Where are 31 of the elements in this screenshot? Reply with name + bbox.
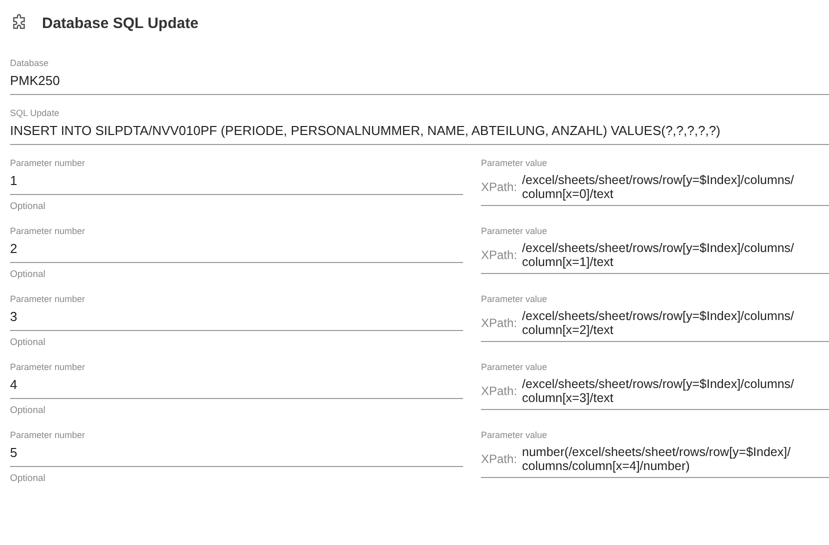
field-label: Parameter number (10, 294, 86, 305)
field-hint: Optional (10, 473, 46, 484)
parameter-value-field[interactable]: XPath: number(/excel/sheets/sheet/rows/row[y=$Index]/ columns/column[x=4]/number) (481, 445, 829, 478)
field-label: Parameter number (10, 430, 86, 441)
parameter-number-field[interactable]: 1 (10, 173, 463, 195)
field-hint: Optional (10, 337, 46, 348)
field-hint: Optional (10, 269, 46, 280)
parameter-value-field[interactable]: XPath: /excel/sheets/sheet/rows/row[y=$Index]/columns/ column[x=3]/text (481, 377, 829, 410)
field-label: Database (10, 58, 49, 69)
parameter-number-field[interactable]: 5 (10, 445, 463, 467)
field-label: Parameter value (481, 158, 548, 169)
parameter-number-field[interactable]: 3 (10, 309, 463, 331)
parameter-value-field[interactable]: XPath: /excel/sheets/sheet/rows/row[y=$Index]/columns/ column[x=1]/text (481, 241, 829, 274)
field-label: Parameter value (481, 430, 548, 441)
parameter-number-field[interactable]: 2 (10, 241, 463, 263)
sql-update-field[interactable]: INSERT INTO SILPDTA/NVV010PF (PERIODE, PERSONALNUMMER, NAME, ABTEILUNG, ANZAHL) VALUES(?,?,?,?,?) (10, 123, 829, 145)
puzzle-icon (10, 14, 28, 32)
field-label: Parameter value (481, 226, 548, 237)
parameter-value-field[interactable]: XPath: /excel/sheets/sheet/rows/row[y=$Index]/columns/ column[x=2]/text (481, 309, 829, 342)
page-title: Database SQL Update (42, 14, 198, 32)
field-hint: Optional (10, 201, 46, 212)
field-label: Parameter number (10, 158, 86, 169)
parameter-number-field[interactable]: 4 (10, 377, 463, 399)
field-hint: Optional (10, 405, 46, 416)
field-label: SQL Update (10, 108, 60, 119)
database-field[interactable]: PMK250 (10, 73, 829, 95)
field-label: Parameter value (481, 362, 548, 373)
field-label: Parameter value (481, 294, 548, 305)
field-label: Parameter number (10, 226, 86, 237)
field-label: Parameter number (10, 362, 86, 373)
parameter-value-field[interactable]: XPath: /excel/sheets/sheet/rows/row[y=$Index]/columns/ column[x=0]/text (481, 173, 829, 206)
